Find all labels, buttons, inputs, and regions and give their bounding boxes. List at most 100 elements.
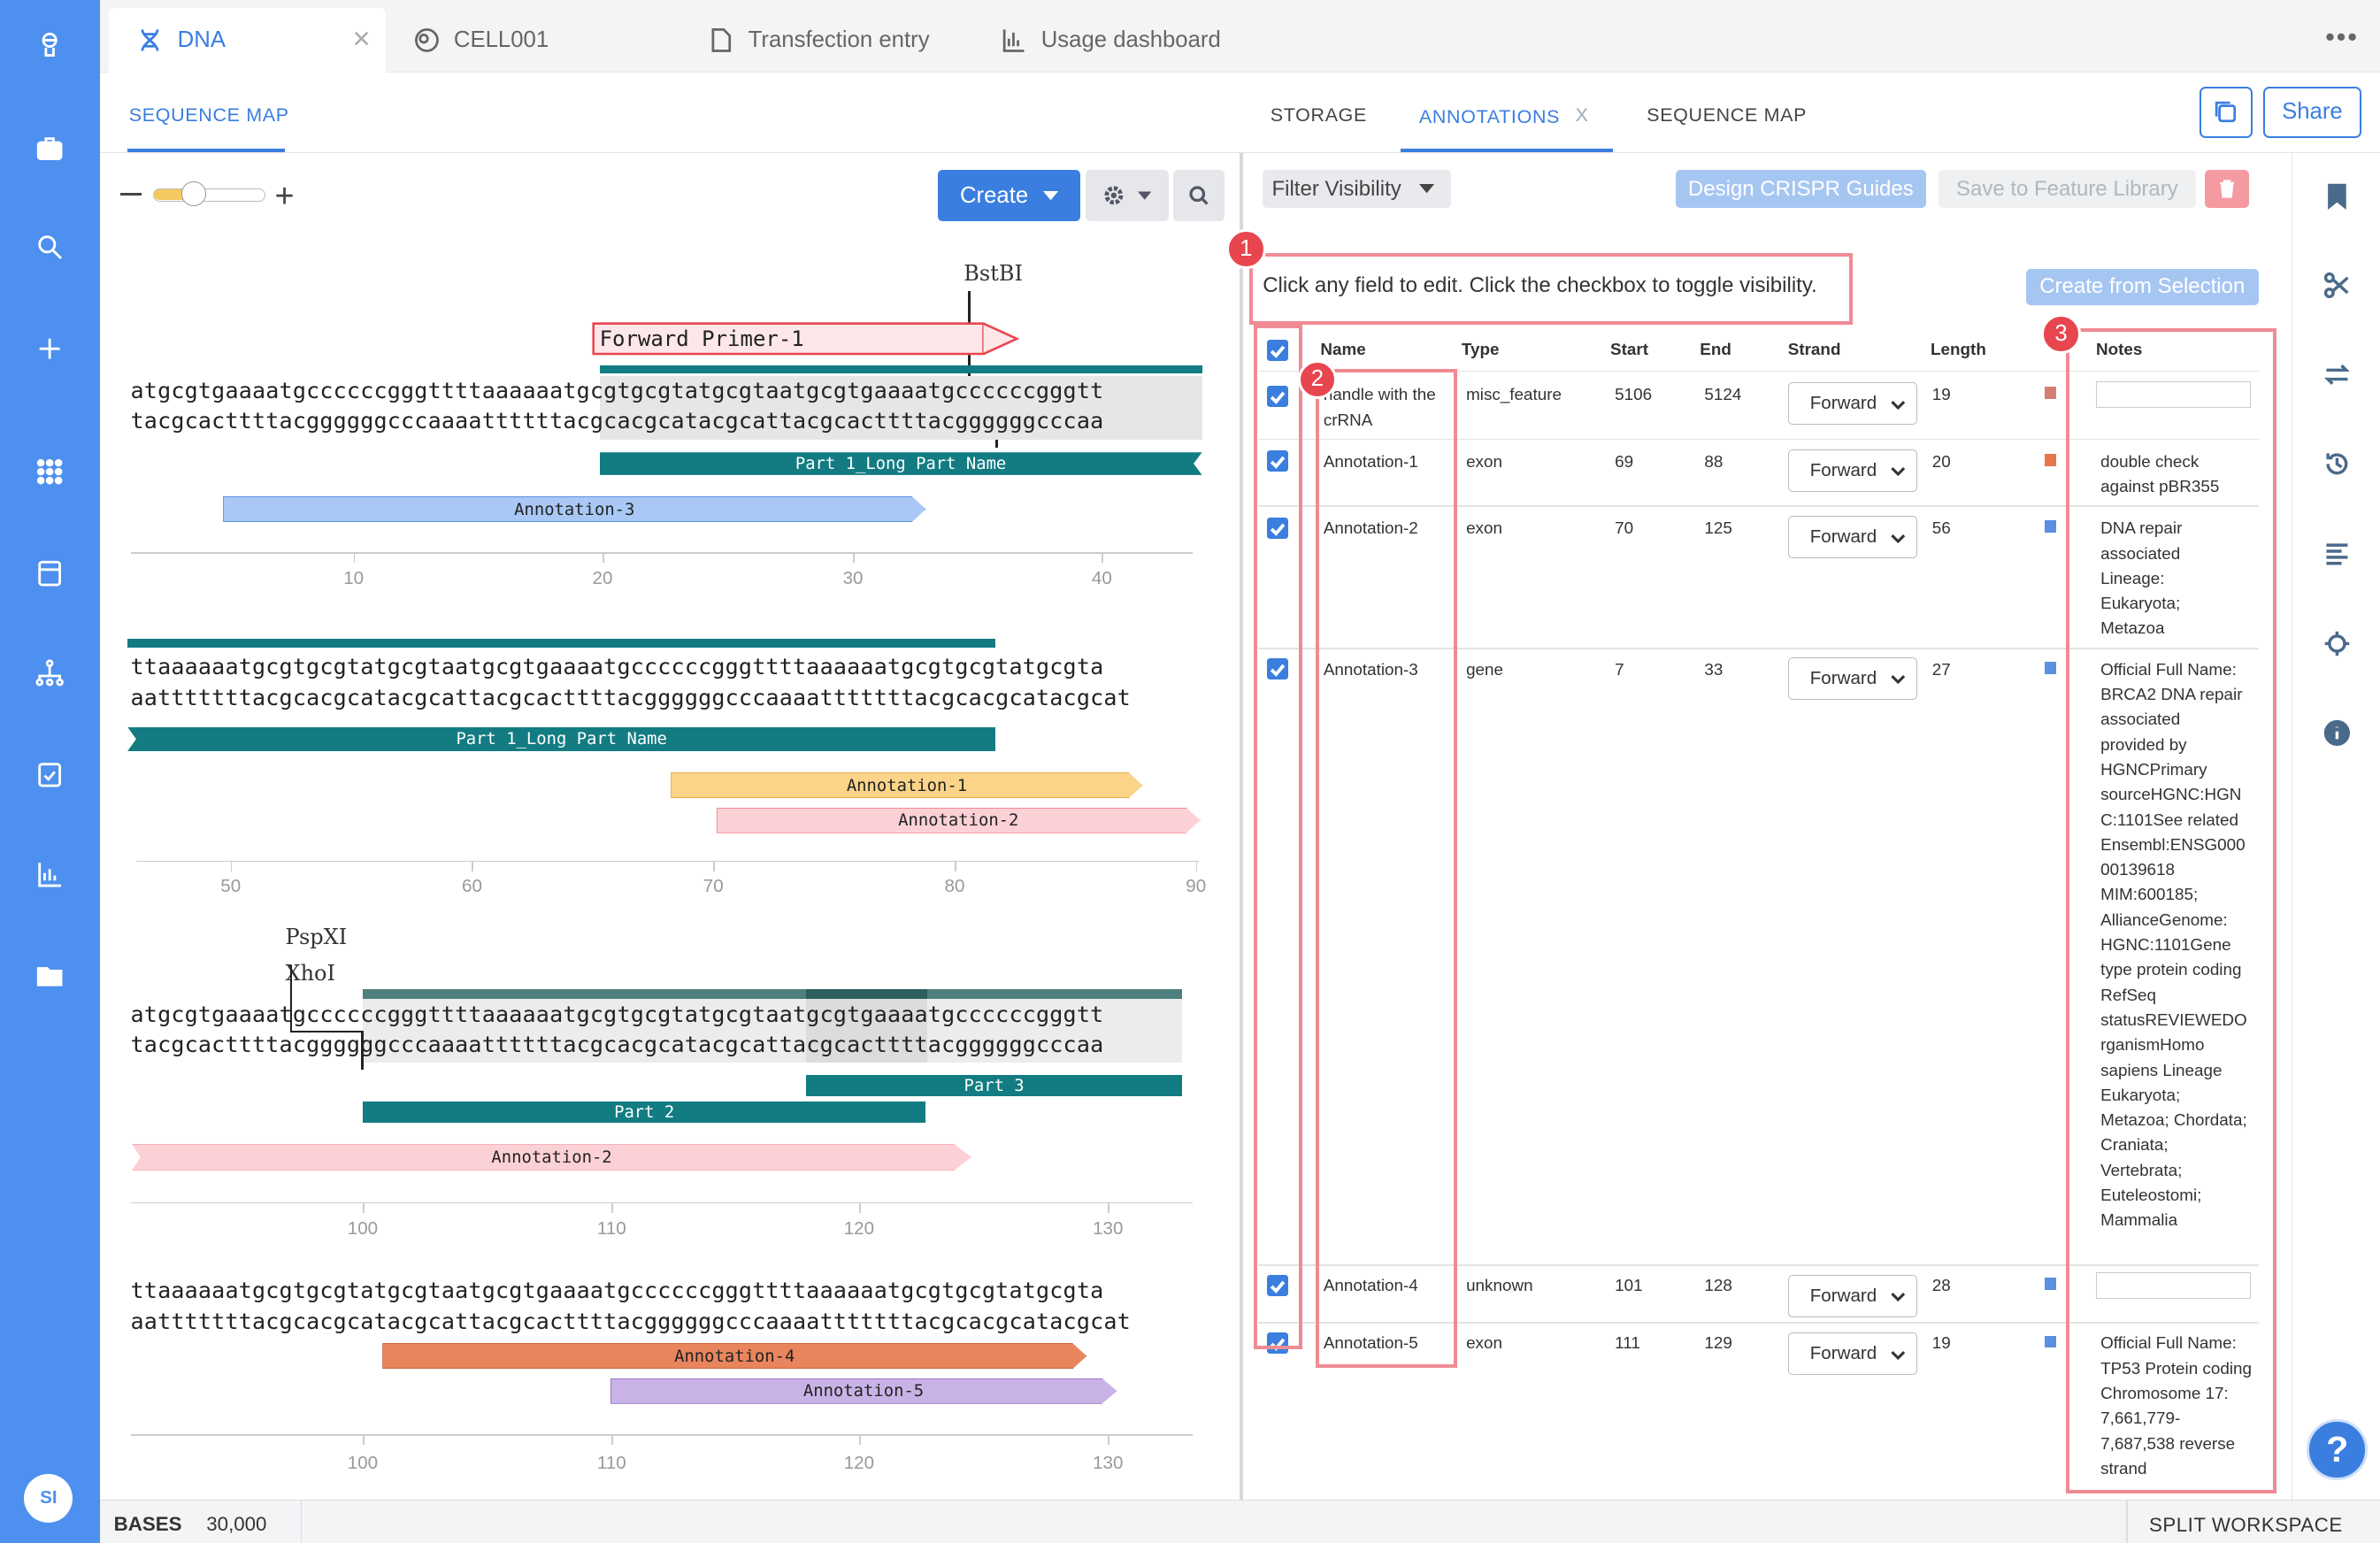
cell-end[interactable]: 129: [1704, 1331, 1731, 1355]
cell-type[interactable]: unknown: [1466, 1273, 1533, 1298]
cell-start[interactable]: 101: [1615, 1273, 1642, 1298]
column-header-type[interactable]: Type: [1462, 340, 1500, 359]
search-sequence-button[interactable]: [1173, 170, 1225, 222]
cell-start[interactable]: 5106: [1615, 382, 1652, 407]
avatar[interactable]: SI: [24, 1473, 73, 1523]
filter-visibility-dropdown[interactable]: Filter Visibility: [1263, 170, 1451, 208]
feature-annotation-3[interactable]: Annotation-3: [223, 495, 926, 523]
swap-icon[interactable]: [2323, 361, 2353, 391]
sequence-top-strand[interactable]: ttaaaaaatgcgtgcgtatgcgtaatgcgtgaaaatgccc…: [131, 654, 1104, 679]
cell-length[interactable]: 19: [1932, 1331, 1951, 1355]
feature-part1-topbar[interactable]: [599, 365, 1202, 373]
settings-dropdown-button[interactable]: [1085, 170, 1169, 222]
strand-select[interactable]: Forward: [1787, 516, 1917, 559]
feature-forward-primer-1[interactable]: Forward Primer-1: [592, 322, 1020, 357]
color-swatch[interactable]: [2044, 661, 2057, 674]
history-icon[interactable]: [2323, 450, 2353, 480]
help-button[interactable]: ?: [2307, 1418, 2368, 1480]
create-from-selection-button[interactable]: Create from Selection: [2026, 268, 2259, 305]
strand-select[interactable]: Forward: [1787, 656, 1917, 700]
zoom-slider-handle[interactable]: [181, 181, 206, 206]
feature-annotation-4[interactable]: Annotation-4: [382, 1343, 1087, 1370]
zoom-out-icon[interactable]: [119, 192, 142, 196]
color-swatch[interactable]: [2044, 453, 2057, 466]
feature-part3[interactable]: Part 3: [805, 1074, 1183, 1096]
cell-end[interactable]: 5124: [1704, 382, 1741, 407]
share-button[interactable]: Share: [2262, 86, 2362, 139]
briefcase-icon[interactable]: [32, 131, 68, 167]
delete-button[interactable]: [2205, 170, 2250, 208]
strand-select[interactable]: Forward: [1787, 449, 1917, 492]
sequence-bottom-strand[interactable]: tacgcacttttacggggggcccaaaattttttacgcacgc…: [131, 408, 1104, 434]
lab-mascot-icon[interactable]: [32, 27, 68, 64]
feature-part2[interactable]: Part 2: [362, 1102, 926, 1124]
split-workspace-button[interactable]: SPLIT WORKSPACE: [2149, 1514, 2343, 1537]
feature-part1-topbar[interactable]: [127, 639, 996, 649]
column-header-start[interactable]: Start: [1610, 340, 1648, 359]
plus-icon[interactable]: [32, 331, 68, 367]
color-swatch[interactable]: [2044, 1278, 2057, 1291]
scissors-icon[interactable]: [2323, 272, 2353, 302]
cell-length[interactable]: 19: [1932, 382, 1951, 407]
notebook-icon[interactable]: [32, 556, 68, 592]
tab-usage-dashboard[interactable]: Usage dashboard: [1000, 8, 1221, 73]
cut-site-xhoi[interactable]: XhoI: [285, 961, 334, 986]
sequence-bottom-strand[interactable]: tacgcacttttacggggggcccaaaattttttacgcacgc…: [131, 1032, 1104, 1057]
more-menu-icon[interactable]: •••: [2325, 21, 2359, 53]
tab-transfection-entry[interactable]: Transfection entry: [707, 8, 930, 73]
feature-annotation-5[interactable]: Annotation-5: [610, 1378, 1117, 1404]
analytics-icon[interactable]: [32, 856, 68, 892]
color-swatch[interactable]: [2044, 520, 2057, 534]
column-header-strand[interactable]: Strand: [1788, 340, 1841, 359]
tab-sequence-map-right[interactable]: SEQUENCE MAP: [1647, 104, 1807, 127]
cut-site-bstbi[interactable]: BstBI: [964, 261, 1023, 286]
cell-end[interactable]: 88: [1704, 449, 1723, 474]
cell-length[interactable]: 27: [1932, 657, 1951, 682]
cell-length[interactable]: 56: [1932, 516, 1951, 541]
bookmark-icon[interactable]: [2323, 182, 2353, 212]
tab-storage[interactable]: STORAGE: [1271, 104, 1367, 127]
tab-cell001[interactable]: CELL001: [413, 8, 549, 73]
column-header-end[interactable]: End: [1700, 340, 1731, 359]
cell-type[interactable]: exon: [1466, 449, 1502, 474]
panel-divider[interactable]: [1240, 153, 1243, 1501]
cell-start[interactable]: 7: [1615, 657, 1624, 682]
target-icon[interactable]: [2323, 630, 2353, 660]
cell-length[interactable]: 20: [1932, 449, 1951, 474]
save-to-feature-library-button[interactable]: Save to Feature Library: [1938, 170, 2197, 208]
folder-settings-icon[interactable]: [32, 957, 68, 994]
sequence-bottom-strand[interactable]: aatttttttacgcacgcatacgcattacgcacttttacgg…: [131, 685, 1131, 710]
feature-part3-topbar[interactable]: [805, 989, 928, 999]
feature-part1[interactable]: Part 1_Long Part Name: [599, 452, 1202, 475]
color-swatch[interactable]: [2044, 387, 2057, 400]
copy-window-button[interactable]: [2199, 86, 2253, 139]
cell-type[interactable]: exon: [1466, 1331, 1502, 1355]
zoom-in-icon[interactable]: +: [274, 179, 294, 212]
zoom-slider[interactable]: [153, 181, 266, 206]
align-left-icon[interactable]: [2323, 541, 2353, 571]
feature-part1[interactable]: Part 1_Long Part Name: [127, 726, 996, 752]
column-header-name[interactable]: Name: [1320, 340, 1365, 359]
cell-end[interactable]: 125: [1704, 516, 1731, 541]
cell-type[interactable]: misc_feature: [1466, 382, 1562, 407]
cell-type[interactable]: gene: [1466, 657, 1503, 682]
search-icon[interactable]: [32, 229, 68, 265]
feature-annotation-2[interactable]: Annotation-2: [716, 807, 1201, 833]
tab-dna[interactable]: DNA ×: [109, 7, 386, 73]
tab-annotations-close[interactable]: X: [1576, 104, 1589, 127]
create-button[interactable]: Create: [938, 170, 1081, 222]
info-icon[interactable]: [2323, 719, 2353, 749]
color-swatch[interactable]: [2044, 1335, 2057, 1348]
sequence-top-strand[interactable]: atgcgtgaaaatgccccccgggttttaaaaaatgcgtgcg…: [131, 378, 1104, 403]
feature-annotation-2[interactable]: Annotation-2: [132, 1144, 971, 1171]
tab-annotations[interactable]: ANNOTATIONS: [1419, 106, 1560, 128]
strand-select[interactable]: Forward: [1787, 382, 1917, 426]
cell-length[interactable]: 28: [1932, 1273, 1951, 1298]
cell-type[interactable]: exon: [1466, 516, 1502, 541]
close-icon[interactable]: ×: [353, 24, 371, 54]
sequence-top-strand[interactable]: atgcgtgaaaatgccccccgggttttaaaaaatgcgtgcg…: [131, 1002, 1104, 1027]
hierarchy-icon[interactable]: [32, 656, 68, 692]
sequence-bottom-strand[interactable]: aatttttttacgcacgcatacgcattacgcacttttacgg…: [131, 1309, 1131, 1334]
feature-part-topbar[interactable]: [362, 989, 1183, 999]
strand-select[interactable]: Forward: [1787, 1332, 1917, 1376]
